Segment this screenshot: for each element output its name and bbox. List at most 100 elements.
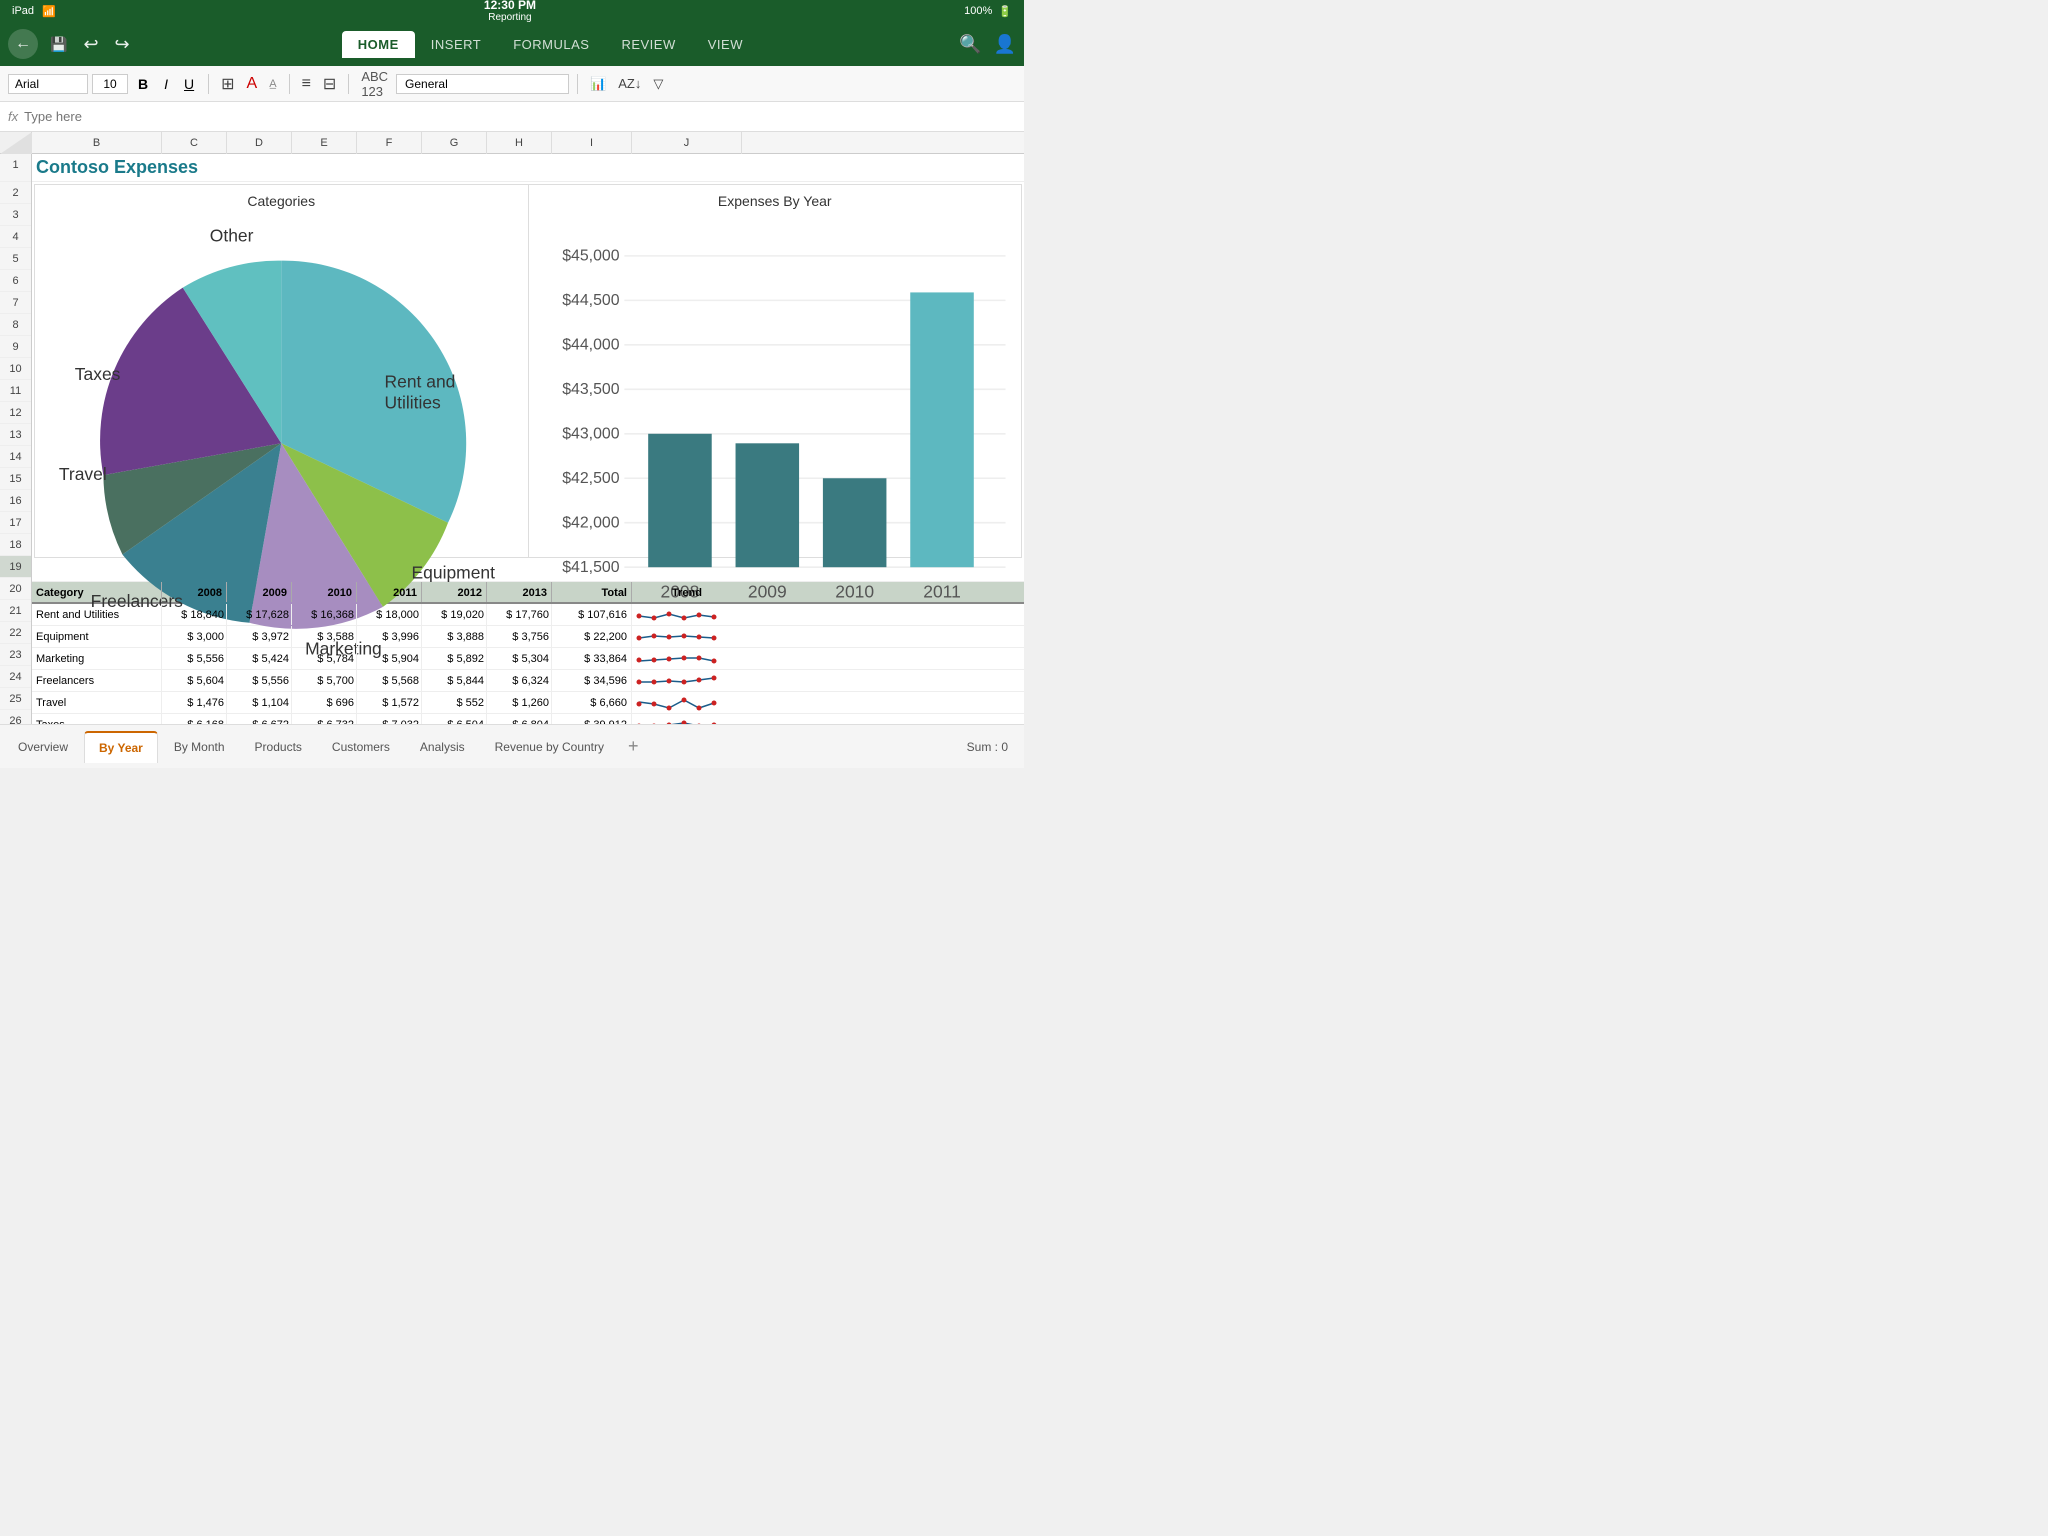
save-button[interactable]: 💾 <box>46 32 71 57</box>
bar-chart-title: Expenses By Year <box>537 193 1014 209</box>
x-label-2009: 2009 <box>747 581 786 601</box>
italic-button[interactable]: I <box>158 74 174 94</box>
sheet-tab-overview[interactable]: Overview <box>4 732 82 762</box>
sheet-tab-bymonth[interactable]: By Month <box>160 732 239 762</box>
undo-button[interactable]: ↩ <box>79 30 102 59</box>
pie-chart-title: Categories <box>43 193 520 209</box>
fill-color-icon[interactable]: A <box>243 73 262 95</box>
sheet-tab-byyear[interactable]: By Year <box>84 731 158 763</box>
row-25: 25 <box>0 688 31 710</box>
row-20: 20 <box>0 578 31 600</box>
cell-2012: $ 552 <box>422 692 487 713</box>
row-3: 3 <box>0 204 31 226</box>
cell-2010: $ 6,732 <box>292 714 357 724</box>
cell-2013: $ 5,304 <box>487 648 552 669</box>
pie-chart-section: Categories <box>35 185 529 557</box>
sheet-tab-add[interactable]: + <box>620 732 647 761</box>
sort-icon[interactable]: AZ↓ <box>614 74 645 93</box>
cell-2013: $ 3,756 <box>487 626 552 647</box>
tab-review[interactable]: REVIEW <box>605 31 691 58</box>
y-label-42500: $42,500 <box>562 470 620 487</box>
back-button[interactable]: ← <box>8 29 38 59</box>
cell-trend <box>632 604 742 625</box>
bar-2008 <box>648 434 712 567</box>
row-4: 4 <box>0 226 31 248</box>
sheet-title: Contoso Expenses <box>36 157 198 178</box>
battery-label: 100% <box>964 5 992 17</box>
cell-category: Taxes <box>32 714 162 724</box>
cell-2010: $ 5,700 <box>292 670 357 691</box>
col-header-c: C <box>162 132 227 154</box>
row-num-col: 1 2 3 4 5 6 7 8 9 10 11 12 13 14 15 16 1… <box>0 154 32 724</box>
row-19: 19 <box>0 556 31 578</box>
formula-input[interactable] <box>24 109 1016 124</box>
font-size-input[interactable] <box>92 74 128 94</box>
subtitle-display: Reporting <box>488 12 531 24</box>
cell-2012: $ 3,888 <box>422 626 487 647</box>
cell-2008: $ 5,604 <box>162 670 227 691</box>
y-label-44500: $44,500 <box>562 292 620 309</box>
col-header-j: J <box>632 132 742 154</box>
th-2010: 2010 <box>292 582 357 602</box>
label-rent2: Utilities <box>384 392 441 412</box>
cell-2012: $ 5,892 <box>422 648 487 669</box>
tab-insert[interactable]: INSERT <box>415 31 497 58</box>
cell-category: Travel <box>32 692 162 713</box>
font-color-icon[interactable]: A̲ <box>265 76 280 92</box>
cell-2011: $ 18,000 <box>357 604 422 625</box>
cell-2012: $ 6,504 <box>422 714 487 724</box>
bold-button[interactable]: B <box>132 74 154 94</box>
title-row: Contoso Expenses <box>32 154 1024 182</box>
border-icon[interactable]: ⊞ <box>217 72 238 96</box>
underline-button[interactable]: U <box>178 74 200 94</box>
cell-trend <box>632 714 742 724</box>
label-rent: Rent and <box>384 372 455 392</box>
bar-2009 <box>735 443 799 567</box>
cell-2008: $ 6,168 <box>162 714 227 724</box>
spreadsheet-container: B C D E F G H I J 1 2 3 4 5 6 7 8 9 10 1… <box>0 132 1024 724</box>
number-format-input[interactable] <box>396 74 569 94</box>
align-icon[interactable]: ≡ <box>298 73 315 95</box>
tab-home[interactable]: HOME <box>342 31 415 58</box>
row-12: 12 <box>0 402 31 424</box>
sheet-tab-revbycountry[interactable]: Revenue by Country <box>481 732 618 762</box>
row-26: 26 <box>0 710 31 724</box>
font-name-input[interactable] <box>8 74 88 94</box>
label-travel: Travel <box>59 464 107 484</box>
y-label-44000: $44,000 <box>562 337 620 354</box>
redo-button[interactable]: ↪ <box>111 30 134 59</box>
tab-formulas[interactable]: FORMULAS <box>497 31 605 58</box>
th-2008: 2008 <box>162 582 227 602</box>
sheet-tab-products[interactable]: Products <box>241 732 316 762</box>
cell-trend <box>632 626 742 647</box>
formula-bar: fx <box>0 102 1024 132</box>
cell-2013: $ 1,260 <box>487 692 552 713</box>
cell-2009: $ 1,104 <box>227 692 292 713</box>
search-icon[interactable]: 🔍 <box>959 34 981 55</box>
table-row: Taxes $ 6,168 $ 6,672 $ 6,732 $ 7,032 $ … <box>32 714 1024 724</box>
cell-2012: $ 19,020 <box>422 604 487 625</box>
th-2013: 2013 <box>487 582 552 602</box>
conditional-format-icon[interactable]: 📊 <box>586 74 610 94</box>
cell-2009: $ 6,672 <box>227 714 292 724</box>
sheet-tab-analysis[interactable]: Analysis <box>406 732 479 762</box>
col-header-h: H <box>487 132 552 154</box>
y-label-42000: $42,000 <box>562 514 620 531</box>
toolbar-nav: ← 💾 ↩ ↪ <box>8 29 134 59</box>
sheet-tab-customers[interactable]: Customers <box>318 732 404 762</box>
row-24: 24 <box>0 666 31 688</box>
user-icon[interactable]: 👤 <box>994 34 1016 55</box>
cell-2012: $ 5,844 <box>422 670 487 691</box>
filter-icon[interactable]: ▽ <box>649 74 667 94</box>
row-22: 22 <box>0 622 31 644</box>
status-left: iPad 📶 <box>12 5 56 18</box>
row-15: 15 <box>0 468 31 490</box>
merge-icon[interactable]: ⊟ <box>319 72 340 96</box>
divider-3 <box>348 74 349 94</box>
formula-icon[interactable]: ABC123 <box>357 67 392 101</box>
cell-2009: $ 5,424 <box>227 648 292 669</box>
tab-view[interactable]: VIEW <box>692 31 759 58</box>
status-right: 100% 🔋 <box>964 5 1012 18</box>
row-23: 23 <box>0 644 31 666</box>
divider-4 <box>577 74 578 94</box>
